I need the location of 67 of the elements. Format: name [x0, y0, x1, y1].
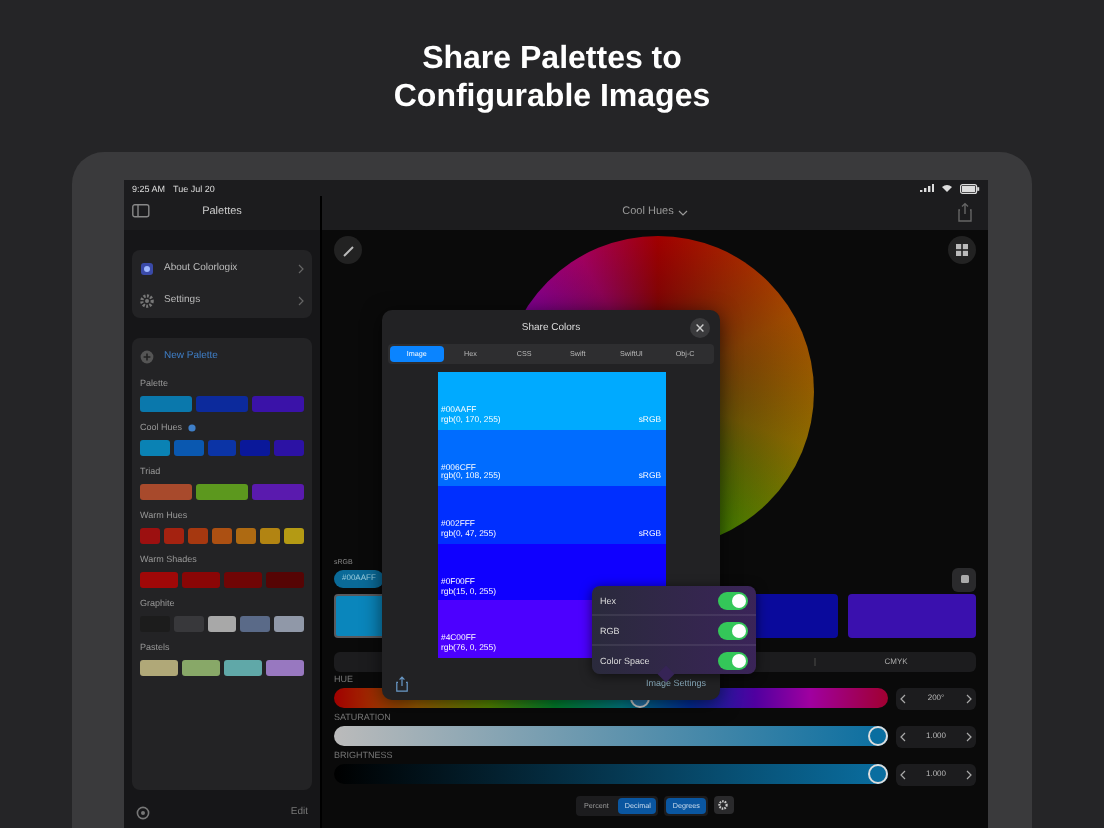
chevron-left-icon[interactable] — [900, 769, 906, 779]
chevron-left-icon[interactable] — [900, 731, 906, 741]
battery-icon — [960, 183, 980, 193]
chevron-left-icon[interactable] — [900, 693, 906, 703]
chevron-right-icon[interactable] — [966, 693, 972, 703]
palette-swatch[interactable] — [196, 484, 248, 500]
palette-swatch[interactable] — [164, 528, 184, 544]
eyedropper-icon — [341, 243, 355, 257]
square-button[interactable] — [952, 567, 976, 591]
palette-swatch[interactable] — [224, 572, 262, 588]
palette-swatch[interactable] — [284, 528, 304, 544]
palette-swatch[interactable] — [207, 440, 237, 456]
slider-track[interactable] — [334, 764, 888, 784]
plus-icon — [140, 349, 154, 363]
color-swatch[interactable] — [848, 594, 976, 638]
palette-swatch[interactable] — [182, 660, 220, 676]
chevron-icon — [298, 263, 304, 273]
palette-swatch[interactable] — [266, 660, 304, 676]
palette-swatch[interactable] — [196, 396, 248, 412]
palette-swatch[interactable] — [140, 440, 170, 456]
palette-swatch[interactable] — [182, 572, 220, 588]
settings-icon[interactable] — [136, 805, 150, 819]
sidebar-toggle-icon[interactable] — [132, 204, 150, 218]
slider-thumb[interactable] — [868, 764, 888, 784]
wifi-icon — [942, 184, 952, 192]
palette-swatch[interactable] — [212, 528, 232, 544]
settings-button[interactable] — [713, 796, 734, 814]
palette-swatch[interactable] — [266, 572, 304, 588]
toggle-switch[interactable] — [718, 591, 748, 609]
toggle-switch[interactable] — [718, 651, 748, 669]
palette-swatch[interactable] — [140, 572, 178, 588]
palette-swatch[interactable] — [240, 616, 271, 632]
palette-swatch[interactable] — [207, 616, 237, 632]
square-icon — [959, 574, 969, 584]
palette-swatch[interactable] — [236, 528, 256, 544]
grid-button[interactable] — [948, 236, 976, 264]
close-icon[interactable] — [690, 318, 710, 338]
palette-swatch[interactable] — [173, 616, 204, 632]
palette-swatch[interactable] — [188, 528, 208, 544]
palette-swatch[interactable] — [274, 440, 304, 456]
palette-swatch[interactable] — [252, 484, 304, 500]
share-icon[interactable] — [958, 202, 972, 222]
eyedropper-button[interactable] — [334, 236, 362, 264]
signal-icon — [920, 184, 934, 192]
chevron-right-icon[interactable] — [965, 731, 972, 741]
palette-swatch[interactable] — [140, 396, 192, 412]
slider-thumb[interactable] — [868, 726, 888, 746]
palette-swatch[interactable] — [240, 440, 271, 456]
toggle-switch[interactable] — [718, 621, 748, 639]
slider-track[interactable] — [334, 726, 888, 746]
palette-swatch[interactable] — [173, 440, 204, 456]
palette-swatch[interactable] — [140, 528, 160, 544]
chevron-right-icon[interactable] — [965, 769, 972, 779]
settings-icon — [140, 293, 154, 307]
palette-swatch[interactable] — [274, 616, 304, 632]
palette-swatch[interactable] — [224, 660, 262, 676]
gear-icon — [718, 800, 729, 810]
palette-swatch[interactable] — [260, 528, 280, 544]
chevron-icon — [298, 295, 304, 305]
headline: Share Palettes to Configurable Images — [393, 40, 711, 116]
palette-swatch[interactable] — [140, 484, 192, 500]
share-icon[interactable] — [396, 675, 408, 691]
app-icon — [140, 261, 154, 275]
grid-icon — [956, 244, 968, 256]
chevron-down-icon[interactable] — [677, 210, 688, 216]
palette-swatch[interactable] — [252, 396, 304, 412]
palette-swatch[interactable] — [140, 660, 178, 676]
